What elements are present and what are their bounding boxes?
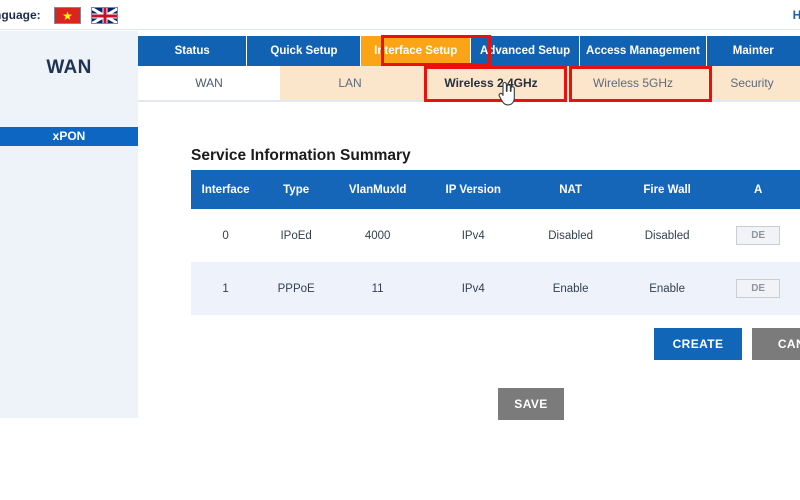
cell-ip-version: IPv4 <box>461 282 485 295</box>
subtab-security[interactable]: Security <box>704 66 800 100</box>
cell-firewall: Disabled <box>644 229 690 242</box>
save-button-wrapper: SAVE <box>498 388 564 420</box>
cell-vlanmuxid: 11 <box>371 282 384 295</box>
uk-flag-vertical-red <box>103 8 106 23</box>
column-header-ip-version: IP Version <box>445 183 501 196</box>
subtab-wireless-5ghz[interactable]: Wireless 5GHz <box>562 66 704 100</box>
column-header-interface: Interface <box>201 183 250 196</box>
column-header-action: A <box>753 183 763 196</box>
cell-firewall: Enable <box>649 282 686 295</box>
page-title: Service Information Summary <box>191 147 411 164</box>
cell-type: IPoEd <box>280 229 312 242</box>
create-button[interactable]: CREATE <box>654 328 742 360</box>
subnav-divider <box>138 100 800 102</box>
table-header-row: Interface Type VlanMuxId IP Version NAT … <box>191 170 800 209</box>
vietnam-flag-star: ★ <box>62 8 73 23</box>
sidebar-item-xpon[interactable]: xPON <box>0 127 138 146</box>
subtab-wireless-24ghz[interactable]: Wireless 2.4GHz <box>420 66 562 100</box>
main-panel: Status Quick Setup Interface Setup Advan… <box>138 31 800 500</box>
delete-button[interactable]: DE <box>736 279 781 298</box>
column-header-type: Type <box>283 183 310 196</box>
cell-vlanmuxid: 4000 <box>364 229 391 242</box>
uk-flag-icon[interactable] <box>91 7 118 24</box>
tab-quick-setup[interactable]: Quick Setup <box>247 36 362 66</box>
cell-nat: Disabled <box>548 229 593 242</box>
tab-interface-setup[interactable]: Interface Setup <box>361 36 471 66</box>
cell-action: DE <box>716 226 800 245</box>
subtab-wan[interactable]: WAN <box>138 66 280 100</box>
sidebar-title: WAN <box>46 57 92 78</box>
tab-maintenance[interactable]: Mainter <box>706 36 800 66</box>
router-admin-page: nguage: ★ He WAN xPON Status Quick Setup… <box>0 0 800 500</box>
language-bar: nguage: ★ He <box>0 0 800 30</box>
column-header-firewall: Fire Wall <box>643 183 691 196</box>
cell-action: DE <box>716 279 800 298</box>
subtab-lan[interactable]: LAN <box>280 66 420 100</box>
table-row[interactable]: 0 IPoEd 4000 IPv4 Disabled Disabled DE <box>191 209 800 262</box>
tab-status[interactable]: Status <box>138 36 248 66</box>
cell-type: PPPoE <box>277 282 315 295</box>
secondary-nav: WAN LAN Wireless 2.4GHz Wireless 5GHz Se… <box>138 66 800 100</box>
tab-advanced-setup[interactable]: Advanced Setup <box>470 36 581 66</box>
cell-interface: 1 <box>222 282 229 295</box>
column-header-vlanmuxid: VlanMuxId <box>348 183 407 196</box>
column-header-nat: NAT <box>559 183 582 196</box>
cell-interface: 0 <box>222 229 229 242</box>
action-button-row: CREATE CANC <box>654 328 800 360</box>
save-button[interactable]: SAVE <box>498 388 564 420</box>
vietnam-flag-icon[interactable]: ★ <box>54 7 81 24</box>
sidebar: WAN xPON <box>0 31 138 418</box>
primary-nav: Status Quick Setup Interface Setup Advan… <box>138 36 800 66</box>
service-information-table: Interface Type VlanMuxId IP Version NAT … <box>191 170 800 315</box>
language-label: nguage: <box>0 8 41 22</box>
tab-access-management[interactable]: Access Management <box>580 36 707 66</box>
delete-button[interactable]: DE <box>736 226 781 245</box>
cell-ip-version: IPv4 <box>461 229 485 242</box>
cancel-button[interactable]: CANC <box>752 328 800 360</box>
table-row[interactable]: 1 PPPoE 11 IPv4 Enable Enable DE <box>191 262 800 315</box>
cell-nat: Enable <box>552 282 589 295</box>
help-link[interactable]: He <box>793 8 800 22</box>
